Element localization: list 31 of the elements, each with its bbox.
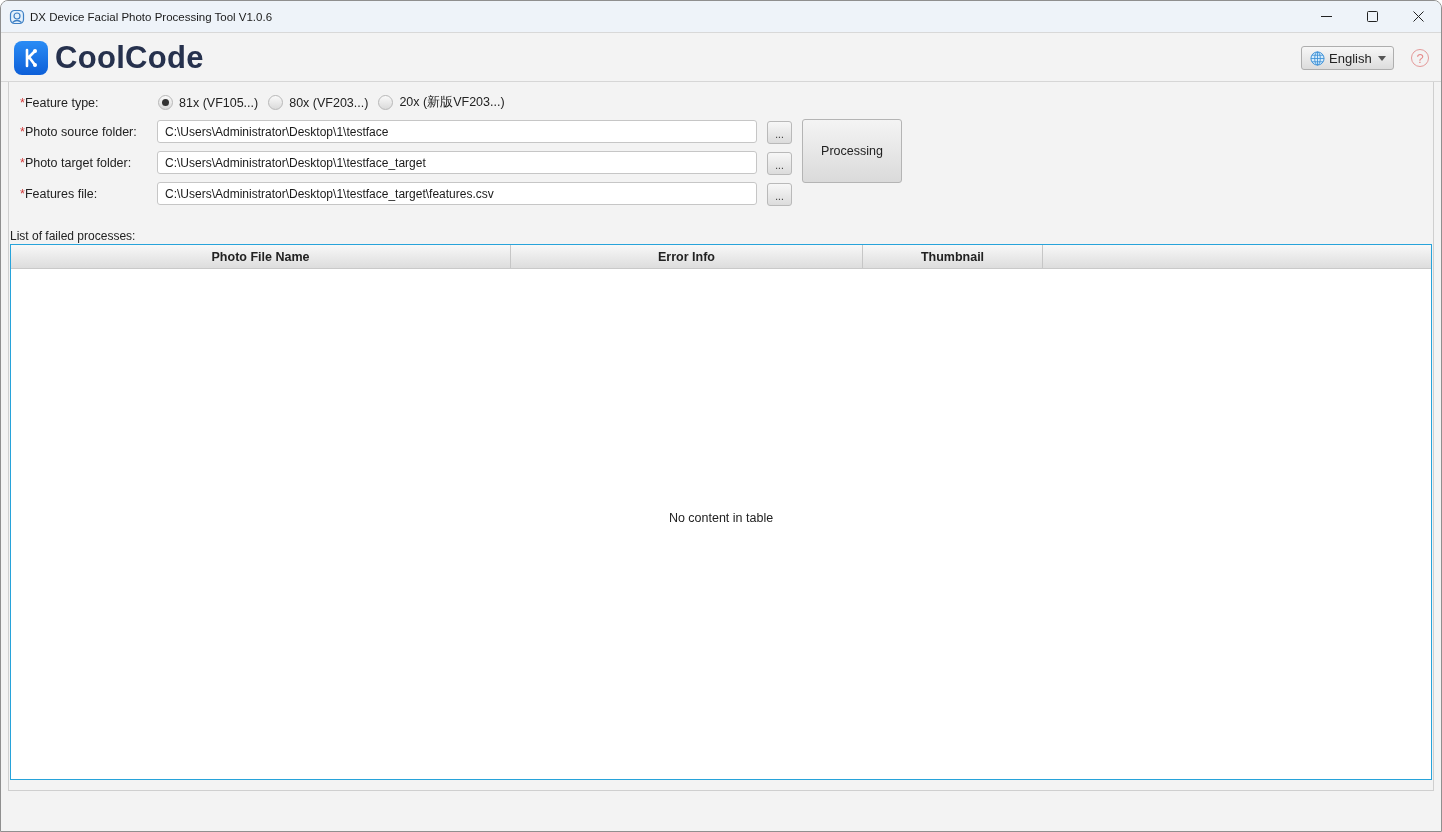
table-caption: List of failed processes: bbox=[10, 229, 136, 243]
window-title: DX Device Facial Photo Processing Tool V1.0.6 bbox=[30, 10, 273, 23]
globe-icon bbox=[1310, 50, 1325, 66]
browse-button[interactable]: ... bbox=[767, 121, 792, 144]
column-header[interactable]: Error Info bbox=[511, 245, 863, 268]
radio-button[interactable] bbox=[268, 95, 284, 110]
maximize-icon bbox=[1366, 11, 1378, 22]
column-header[interactable]: Thumbnail bbox=[863, 245, 1043, 268]
browse-button[interactable]: ... bbox=[767, 183, 792, 206]
radio-button[interactable] bbox=[378, 95, 394, 110]
radio-button[interactable] bbox=[158, 95, 173, 110]
browse-button[interactable]: ... bbox=[767, 152, 792, 175]
radio-label[interactable]: 20x (新版VF203...) bbox=[399, 94, 505, 111]
radio-label[interactable]: 80x (VF203...) bbox=[289, 95, 369, 110]
column-header[interactable]: Photo File Name bbox=[11, 245, 511, 268]
empty-table-message: No content in table bbox=[668, 511, 774, 525]
processing-button[interactable]: Processing bbox=[802, 119, 902, 183]
path-input-field[interactable]: C:\Users\Administrator\Desktop\1\testface_target bbox=[157, 151, 757, 174]
language-dropdown[interactable]: English bbox=[1301, 46, 1394, 70]
path-input-field[interactable]: C:\Users\Administrator\Desktop\1\testface bbox=[157, 120, 757, 143]
brand-name: CoolCode bbox=[55, 40, 204, 76]
logo-icon bbox=[14, 41, 48, 75]
path-input-field[interactable]: C:\Users\Administrator\Desktop\1\testface_target\features.csv bbox=[157, 182, 757, 205]
radio-label[interactable]: 81x (VF105...) bbox=[179, 95, 259, 110]
field-label: *Photo target folder: bbox=[20, 154, 133, 171]
close-icon bbox=[1412, 11, 1424, 22]
field-label: *Features file: bbox=[20, 185, 99, 202]
field-label: *Photo source folder: bbox=[20, 123, 138, 140]
caret-icon bbox=[1378, 55, 1386, 61]
face-frame-icon bbox=[9, 8, 25, 25]
field-label: *Feature type: bbox=[20, 94, 100, 111]
